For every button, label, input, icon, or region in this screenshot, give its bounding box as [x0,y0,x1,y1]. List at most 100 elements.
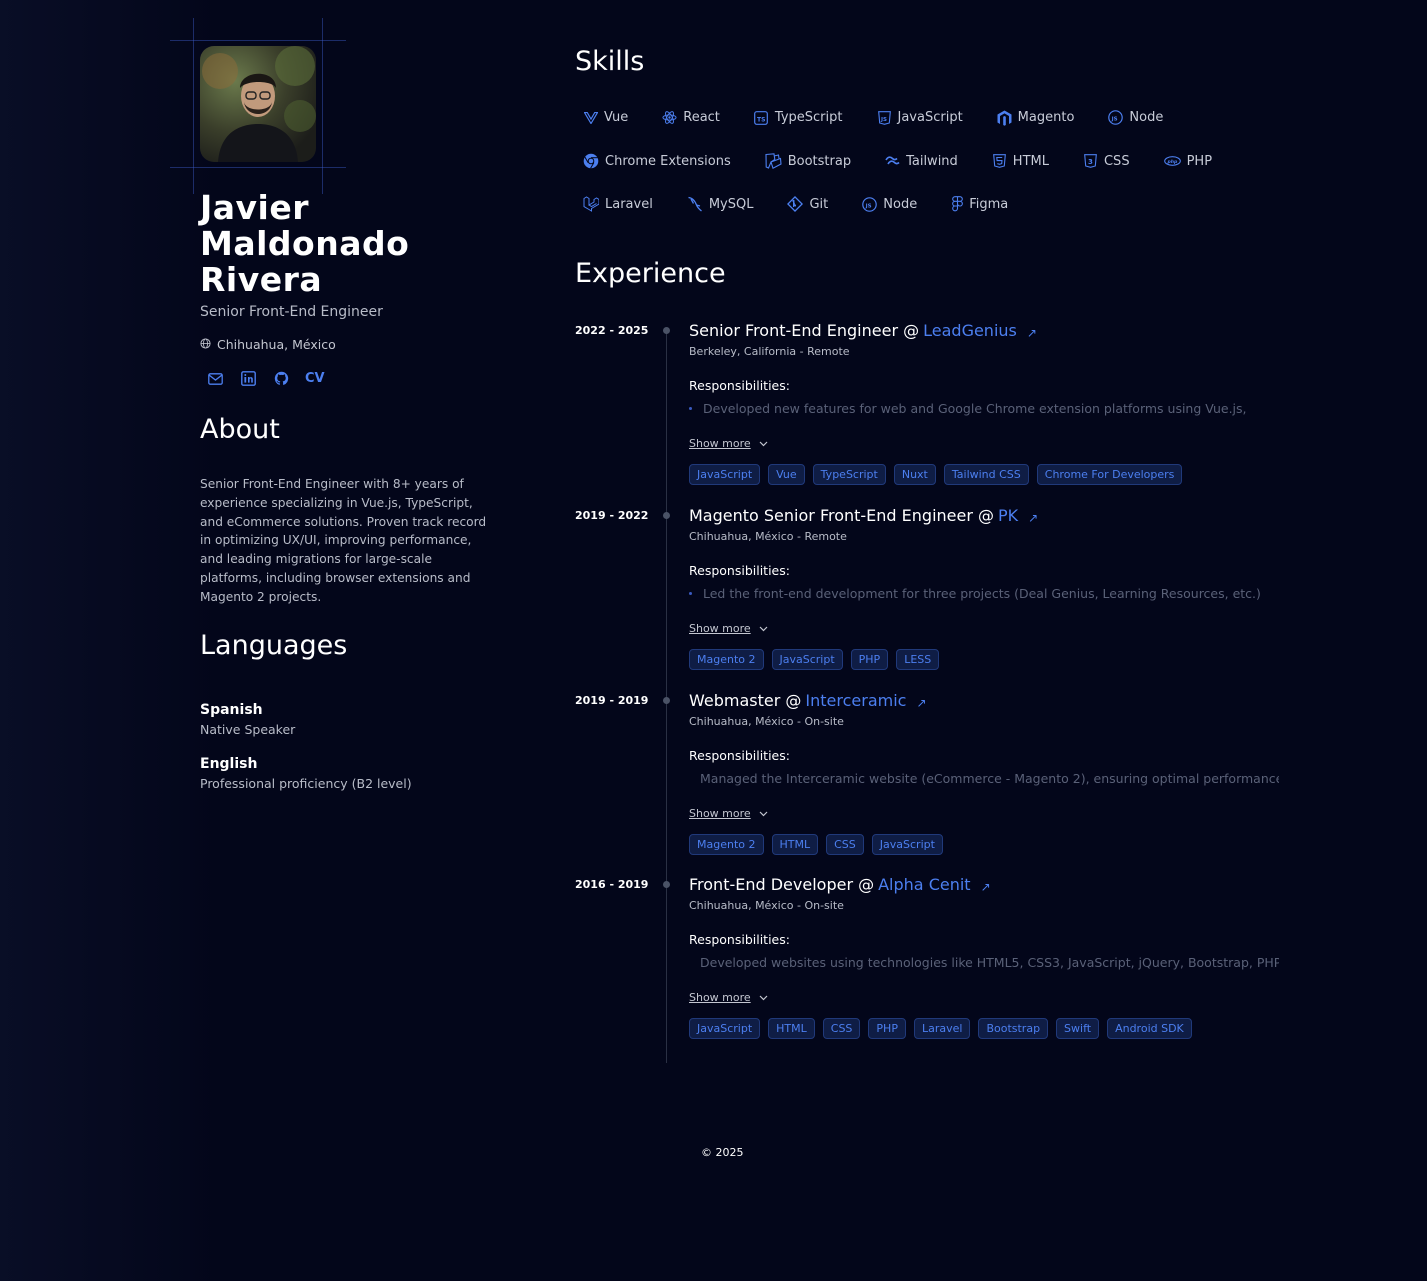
job-role: Senior Front-End Engineer @ [689,321,920,340]
chevron-down-icon [759,991,768,1004]
skill-label: Git [809,196,829,212]
show-more-button[interactable]: Show more [689,437,1279,450]
svg-text:JS: JS [880,117,887,123]
responsibility-item: Developed new features for web and Googl… [689,401,1279,416]
show-more-button[interactable]: Show more [689,991,1279,1004]
job-dates: 2016 - 2019 [575,878,649,891]
tech-tag: Android SDK [1107,1018,1192,1039]
skills-title: Skills [575,46,645,77]
company-link[interactable]: Interceramic [805,691,906,710]
job-place: Chihuahua, México - On-site [689,899,844,912]
job-body: Front-End Developer @ Alpha Cenit ↗ Chih… [689,875,1279,1039]
frame-line [193,18,194,194]
languages-title: Languages [200,630,348,661]
timeline-dot [663,697,670,704]
skill-tailwind: Tailwind [885,154,958,169]
skill-label: PHP [1186,153,1213,169]
job-place: Chihuahua, México - Remote [689,530,847,543]
tech-tag: JavaScript [689,1018,761,1039]
tech-tag: CSS [822,1018,861,1039]
skill-figma: Figma [951,196,1008,212]
responsibilities-label: Responsibilities: [689,378,790,393]
tech-tag: TypeScript [812,464,886,485]
chevron-down-icon [759,437,768,450]
external-link-icon[interactable]: ↗ [916,696,926,710]
profile-role: Senior Front-End Engineer [200,304,383,320]
skill-label: Tailwind [906,153,958,169]
language-item: Spanish Native Speaker [200,702,500,737]
frame-line [322,18,323,194]
timeline-dot [663,881,670,888]
job-dates: 2022 - 2025 [575,324,649,337]
node-icon: JS [1108,110,1124,125]
javascript-icon: JS [877,110,892,125]
language-name: English [200,756,258,772]
skills-row: Vue React TS TypeScript JS JavaScript Ma… [583,110,1197,126]
skill-label: React [683,110,720,125]
bullet-icon [689,592,692,595]
job-body: Senior Front-End Engineer @ LeadGenius ↗… [689,321,1279,485]
magento-icon [997,110,1012,126]
name-line: Maldonado [200,224,410,263]
mail-icon[interactable] [206,369,225,388]
tech-tag: JavaScript [689,464,761,485]
responsibility-text: Developed websites using technologies li… [700,955,1279,970]
footer-copyright: © 2025 [701,1146,744,1159]
profile-location: Chihuahua, México [200,337,336,352]
node-icon: JS [862,196,878,212]
skill-label: MySQL [708,196,754,212]
tech-tag: Nuxt [893,464,936,485]
tag-list: Magento 2 HTML CSS JavaScript [689,834,1279,855]
show-more-button[interactable]: Show more [689,807,1279,820]
tech-tag: JavaScript [771,649,843,670]
skill-label: TypeScript [774,110,843,125]
github-icon[interactable] [272,369,291,388]
tech-tag: Tailwind CSS [943,464,1029,485]
show-more-label: Show more [689,622,751,635]
tag-list: JavaScript HTML CSS PHP Laravel Bootstra… [689,1018,1279,1039]
tech-tag: LESS [896,649,940,670]
job-title: Magento Senior Front-End Engineer @ PK ↗ [689,506,1279,525]
tech-tag: Magento 2 [689,834,764,855]
cv-link[interactable]: CV [305,371,325,386]
skill-label: HTML [1012,153,1049,169]
company-link[interactable]: PK [998,506,1018,525]
skills-row: Laravel MySQL Git JS Node Figma [583,196,1042,212]
language-level: Professional proficiency (B2 level) [200,776,412,791]
react-icon [662,110,677,125]
location-text: Chihuahua, México [217,337,336,352]
show-more-button[interactable]: Show more [689,622,1279,635]
external-link-icon[interactable]: ↗ [1028,511,1038,525]
frame-line [170,40,346,41]
tech-tag: PHP [850,649,889,670]
svg-text:JS: JS [1111,116,1118,122]
company-link[interactable]: Alpha Cenit [878,875,970,894]
responsibility-item: Developed websites using technologies li… [689,955,1279,970]
tech-tag: Bootstrap [978,1018,1049,1039]
responsibility-item: Led the front-end development for three … [689,586,1279,601]
profile-name: Javier Maldonado Rivera [200,190,500,298]
tech-tag: CSS [826,834,864,855]
external-link-icon[interactable]: ↗ [1027,326,1037,340]
job-title: Webmaster @ Interceramic ↗ [689,691,1279,710]
skill-php: php PHP [1163,153,1213,169]
skill-vue: Vue [583,110,628,125]
job-body: Magento Senior Front-End Engineer @ PK ↗… [689,506,1279,670]
company-link[interactable]: LeadGenius [923,321,1017,340]
job-role: Webmaster @ [689,691,802,710]
tech-tag: JavaScript [871,834,943,855]
linkedin-icon[interactable] [239,369,258,388]
tech-tag: HTML [771,834,819,855]
typescript-icon: TS [754,110,769,125]
language-name: Spanish [200,702,263,718]
job-body: Webmaster @ Interceramic ↗ Chihuahua, Mé… [689,691,1279,855]
responsibility-text: Led the front-end development for three … [703,586,1261,601]
skill-chrome-extensions: Chrome Extensions [583,153,731,169]
responsibility-text: Managed the Interceramic website (eComme… [700,771,1279,786]
vue-icon [583,110,598,125]
external-link-icon[interactable]: ↗ [981,880,991,894]
skill-label: Node [1129,110,1164,125]
skill-css: 3 CSS [1083,154,1130,169]
tag-list: JavaScript Vue TypeScript Nuxt Tailwind … [689,464,1279,485]
skill-node-2: JS Node [862,197,917,212]
